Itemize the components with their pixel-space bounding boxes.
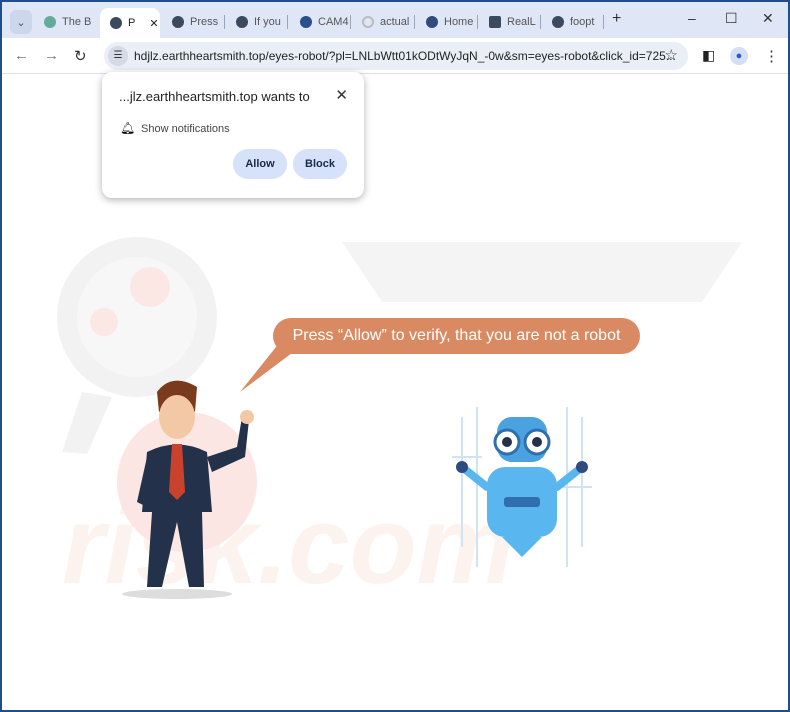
tab[interactable]: If you — [230, 10, 281, 34]
vine-icon — [44, 16, 56, 28]
site-settings-icon[interactable]: ☰ — [108, 46, 128, 66]
tab[interactable]: foopt — [546, 10, 594, 34]
globe-icon — [172, 16, 184, 28]
robot-illustration — [452, 407, 592, 567]
side-panel-icon[interactable]: ◧ — [702, 47, 715, 64]
globe-icon — [110, 17, 122, 29]
browser-window: ⌄ The B P ✕ Press If you CAM4 actual Home… — [2, 2, 788, 710]
minimize-button[interactable]: – — [688, 10, 696, 26]
speech-bubble: Press “Allow” to verify, that you are no… — [273, 318, 640, 354]
tab[interactable]: RealL — [483, 10, 536, 34]
forward-button[interactable]: → — [44, 47, 59, 64]
notification-permission-popup: ...jlz.earthheartsmith.top wants to ✕ 🔔︎… — [102, 72, 364, 198]
tab[interactable]: Home — [420, 10, 473, 34]
popup-title: ...jlz.earthheartsmith.top wants to — [119, 89, 310, 104]
profile-avatar[interactable]: ● — [730, 47, 748, 65]
toolbar: ← → ↻ ☰ hdjlz.earthheartsmith.top/eyes-r… — [2, 38, 788, 74]
cam-icon — [300, 16, 312, 28]
tab-active[interactable]: P ✕ — [100, 8, 160, 38]
globe-icon — [552, 16, 564, 28]
menu-icon[interactable]: ⋮ — [764, 47, 779, 65]
chevron-down-icon: ⌄ — [16, 16, 26, 29]
url-text[interactable]: hdjlz.earthheartsmith.top/eyes-robot/?pl… — [134, 49, 676, 63]
tab-bar: ⌄ The B P ✕ Press If you CAM4 actual Home… — [2, 2, 788, 38]
tab[interactable]: actual — [356, 10, 409, 34]
bell-icon: 🔔︎ — [120, 121, 136, 135]
tab[interactable]: CAM4 — [294, 10, 349, 34]
back-button[interactable]: ← — [14, 47, 29, 64]
allow-button[interactable]: Allow — [233, 149, 287, 179]
globe-icon — [236, 16, 248, 28]
bookmark-star-icon[interactable]: ☆ — [665, 46, 678, 64]
loading-icon — [362, 16, 374, 28]
close-popup-button[interactable]: ✕ — [335, 86, 348, 104]
tab-search-button[interactable]: ⌄ — [10, 10, 32, 34]
block-button[interactable]: Block — [293, 149, 347, 179]
close-window-button[interactable]: ✕ — [762, 10, 774, 27]
tab[interactable]: The B — [38, 10, 91, 34]
close-icon[interactable]: ✕ — [149, 17, 158, 30]
reload-button[interactable]: ↻ — [74, 47, 87, 65]
new-tab-button[interactable]: + — [612, 10, 621, 28]
permission-label: Show notifications — [141, 123, 230, 135]
address-bar[interactable]: ☰ hdjlz.earthheartsmith.top/eyes-robot/?… — [104, 42, 688, 70]
tab[interactable]: Press — [166, 10, 218, 34]
businessman-illustration — [117, 380, 257, 599]
r-icon — [489, 16, 501, 28]
opera-icon — [426, 16, 438, 28]
maximize-button[interactable]: ☐ — [725, 10, 738, 27]
